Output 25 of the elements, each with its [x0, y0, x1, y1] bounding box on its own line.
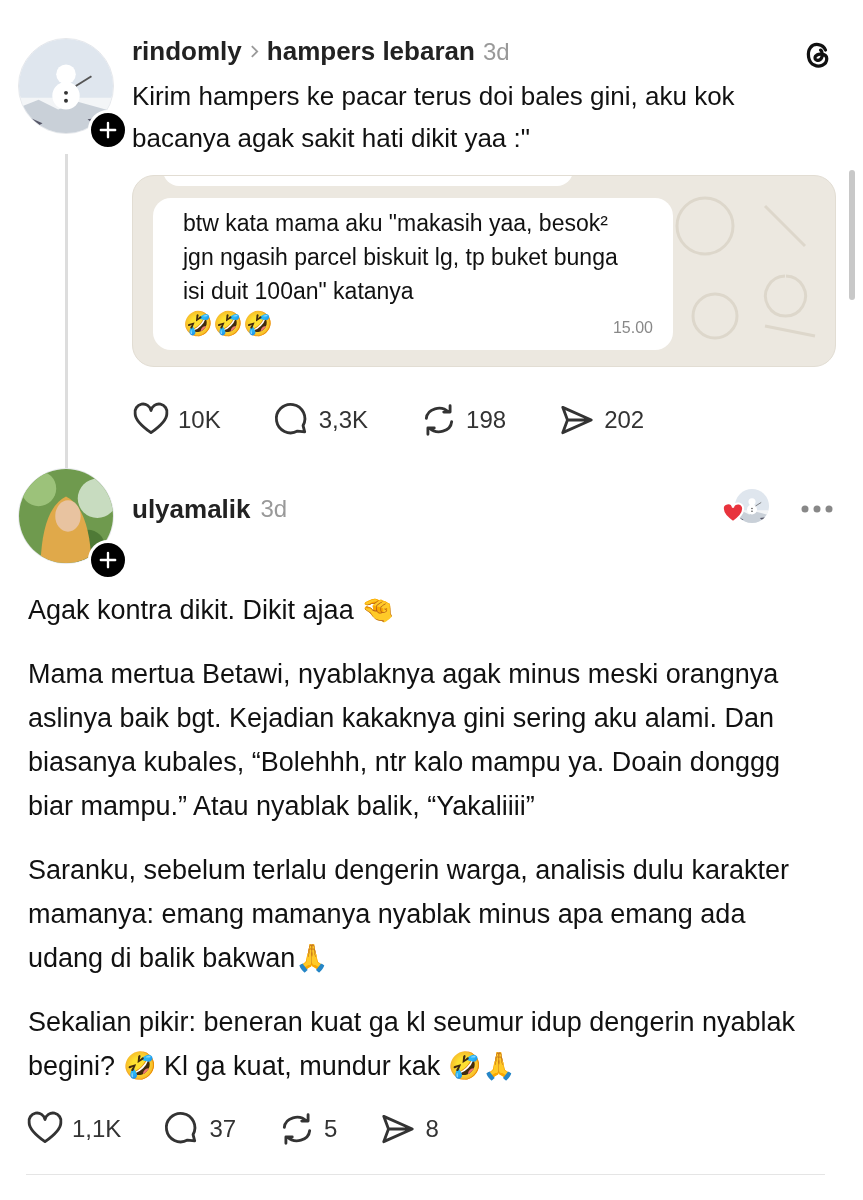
username[interactable]: ulyamalik	[132, 489, 251, 529]
more-icon[interactable]	[801, 505, 833, 513]
post-time: 3d	[260, 494, 288, 524]
emoji-text: 🤣🤣🤣	[183, 309, 273, 339]
action-button[interactable]: 10K	[132, 401, 221, 439]
plus-icon	[99, 551, 117, 569]
comment-paragraph: Mama mertua Betawi, nyablaknya agak minus meski orangnya aslinya baik bgt. Kejadian kakaknya gini sering aku alami. Dan biasanya kubales, “Bolehhh, ntr kalo mampu ya. Doain donggg biar mampu.” Atau nyablak balik, “Yakaliiii”	[28, 658, 781, 823]
action-button[interactable]: 8	[379, 1110, 439, 1148]
action-button[interactable]: 37	[163, 1110, 237, 1148]
action-button[interactable]: 202	[558, 401, 645, 439]
action-button[interactable]: 1,1K	[26, 1110, 122, 1148]
action-button[interactable]: 198	[420, 401, 507, 439]
post-time: 3d	[482, 37, 510, 67]
action-button[interactable]: 3,3K	[272, 401, 369, 439]
post-text: Kirim hampers ke pacar terus doi bales gini, aku kok bacanya agak sakit hati dikit yaa :"	[132, 80, 736, 155]
comment-paragraph: Sekalian pikir: beneran kuat ga kl seumur idup dengerin nyablak begini? 🤣 Kl ga kuat, mundur kak 🤣🙏	[28, 1006, 796, 1083]
username[interactable]: rindomly	[132, 32, 242, 71]
comment-paragraph: Agak kontra dikit. Dikit ajaa 🤏	[28, 594, 397, 627]
plus-icon	[99, 121, 117, 139]
message-time: 15.00	[612, 318, 653, 338]
message-text: btw kata mama aku "makasih yaa, besok² jgn ngasih parcel biskuit lg, tp buket bunga isi duit 100an" katanya	[183, 209, 619, 306]
topic-link[interactable]: hampers lebaran	[266, 32, 475, 71]
comment-paragraph: Saranku, sebelum terlalu dengerin warga, analisis dulu karakter mamanya: emang mamanya nyablak minus apa emang ada udang di balik bakwan🙏	[28, 854, 790, 975]
action-button[interactable]: 5	[278, 1110, 338, 1148]
chevron-icon	[249, 44, 259, 59]
